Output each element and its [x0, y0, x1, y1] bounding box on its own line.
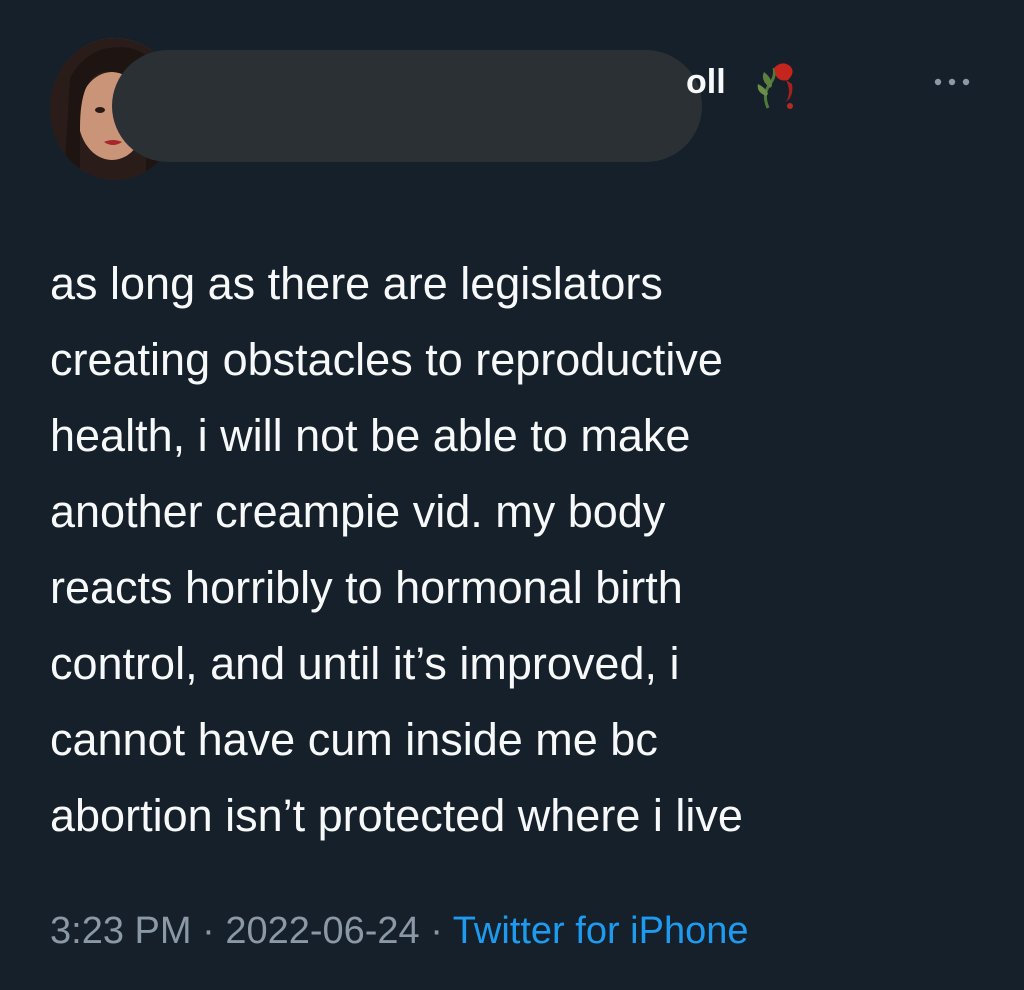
- tweet-source-link[interactable]: Twitter for iPhone: [453, 910, 749, 952]
- tweet: oll as long as there are legislators cre…: [0, 0, 1024, 990]
- tweet-meta: 3:23 PM · 2022-06-24 · Twitter for iPhon…: [50, 906, 748, 956]
- redacted-name-bar: [112, 50, 702, 162]
- tweet-text: as long as there are legislators creatin…: [50, 258, 743, 841]
- meta-separator: ·: [191, 910, 226, 952]
- display-name-fragment[interactable]: oll: [686, 62, 726, 102]
- meta-separator: ·: [419, 910, 453, 952]
- more-horizontal-icon[interactable]: [928, 70, 976, 94]
- wilted-rose-icon: [752, 58, 802, 110]
- tweet-time[interactable]: 3:23 PM: [50, 910, 192, 952]
- tweet-date[interactable]: 2022-06-24: [225, 910, 419, 952]
